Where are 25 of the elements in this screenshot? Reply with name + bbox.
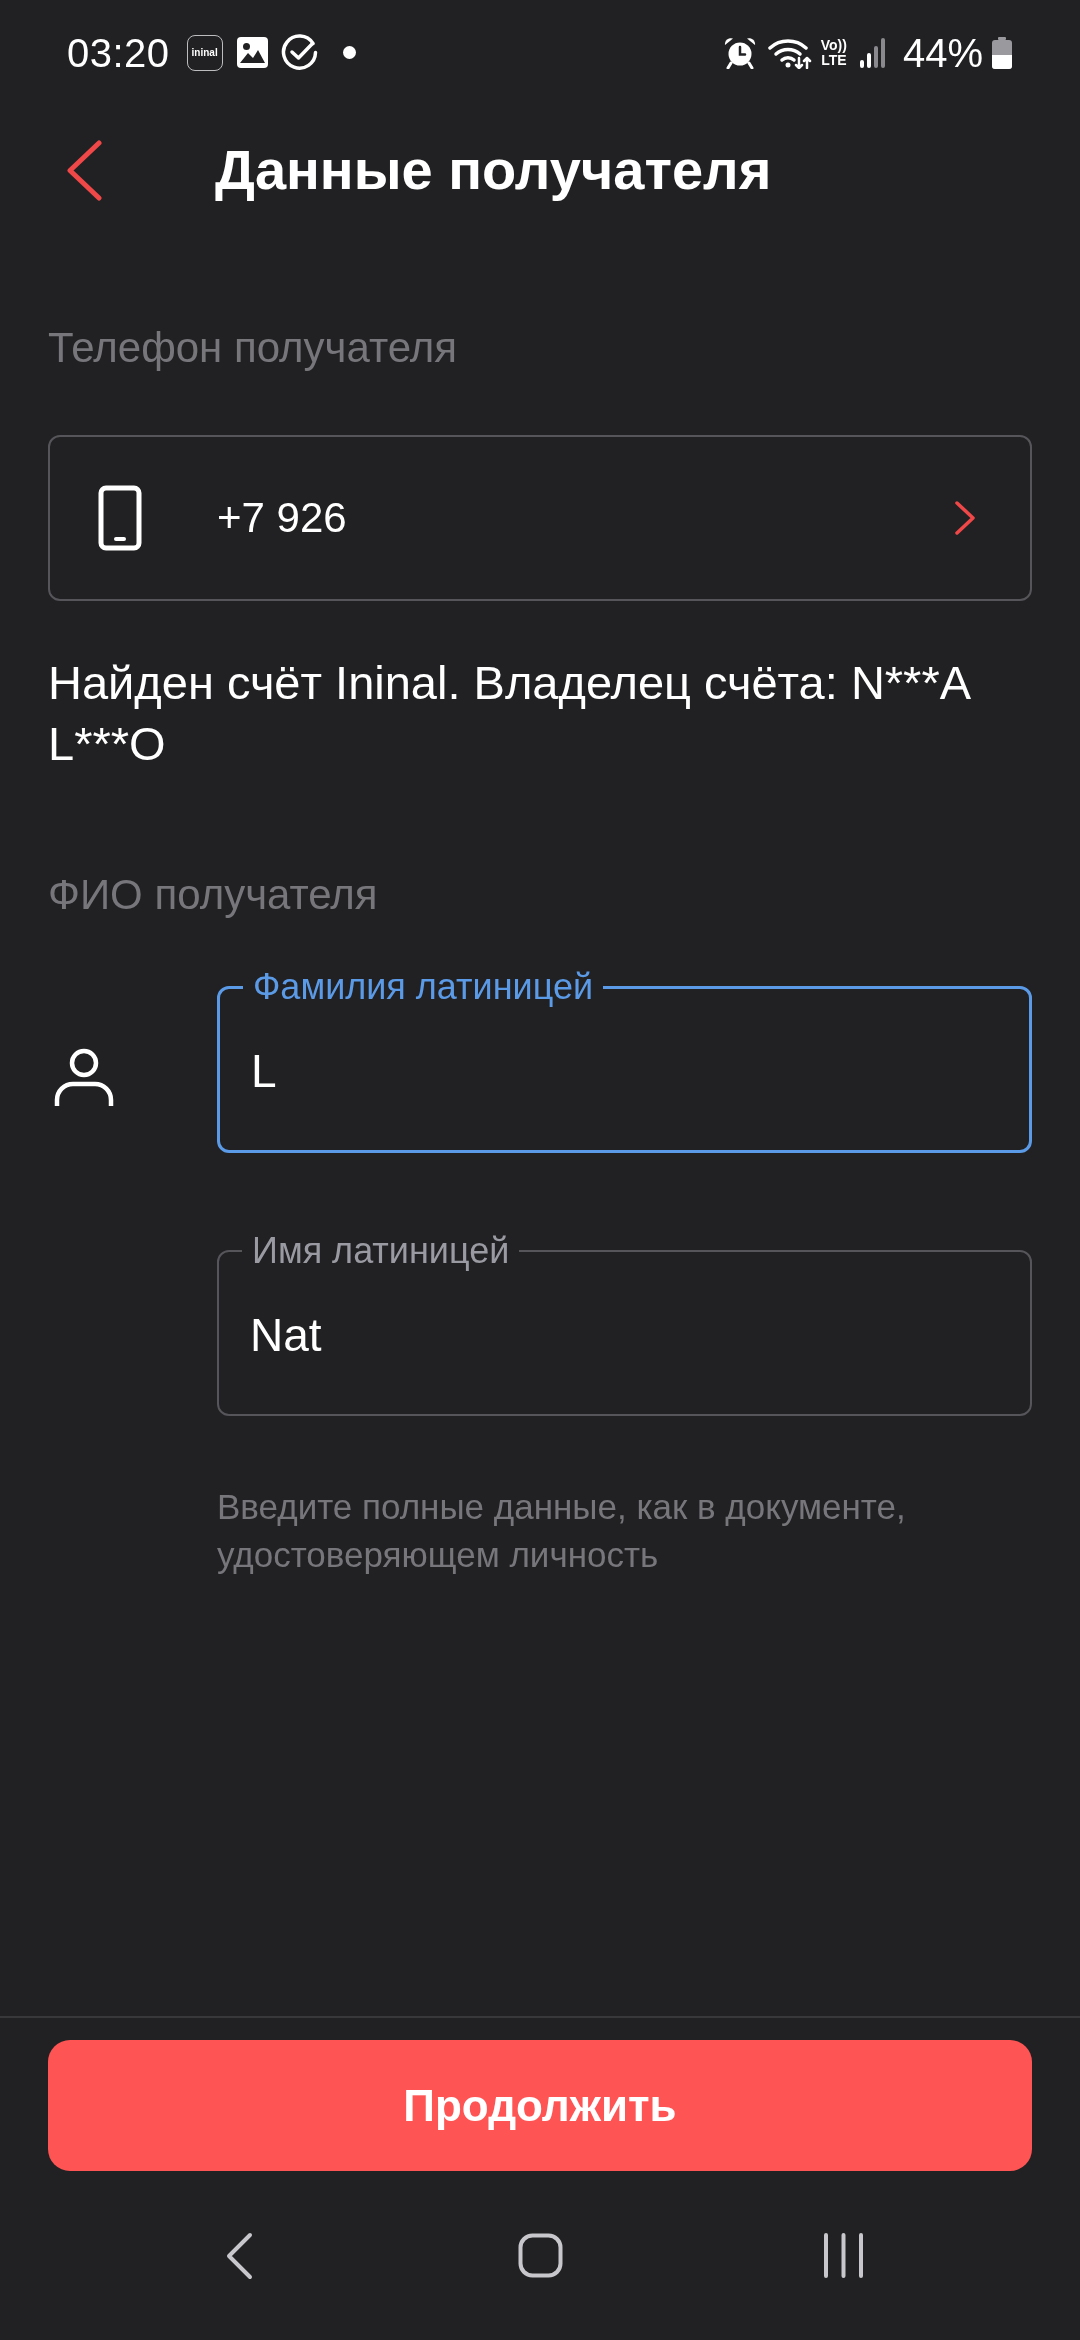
back-button[interactable] <box>65 139 102 201</box>
wifi-icon <box>767 36 812 69</box>
network-type-label: Vo)) LTE <box>820 37 847 68</box>
check-circle-icon <box>280 34 318 71</box>
back-icon[interactable] <box>226 2231 253 2280</box>
notification-dot-icon <box>342 46 356 59</box>
battery-percent: 44% <box>902 32 983 73</box>
app-notification-logo: ininal <box>186 34 223 71</box>
signal-icon <box>859 37 886 68</box>
section-label: Телефон получателя <box>48 324 458 372</box>
battery-icon <box>992 36 1012 69</box>
recent-apps-icon[interactable] <box>823 2233 864 2278</box>
chevron-left-icon <box>65 139 102 201</box>
section-label: ФИО получателя <box>48 871 379 919</box>
account-found-text: Найден счёт Ininal. Владелец счёта: N***A L***O <box>48 655 971 772</box>
alarm-clock-icon <box>723 36 756 69</box>
status-time: 03:20 <box>67 32 170 73</box>
phone-field[interactable]: +7 926 <box>48 435 1032 601</box>
home-icon[interactable] <box>518 2233 563 2278</box>
hint-text: Введите полные данные, как в документе, удостоверяющем личность <box>217 1486 907 1576</box>
gallery-icon <box>236 37 268 68</box>
person-icon <box>54 1048 114 1108</box>
chevron-right-icon <box>954 500 976 536</box>
smartphone-icon <box>98 485 142 551</box>
screen-title: Данные получателя <box>215 138 772 202</box>
